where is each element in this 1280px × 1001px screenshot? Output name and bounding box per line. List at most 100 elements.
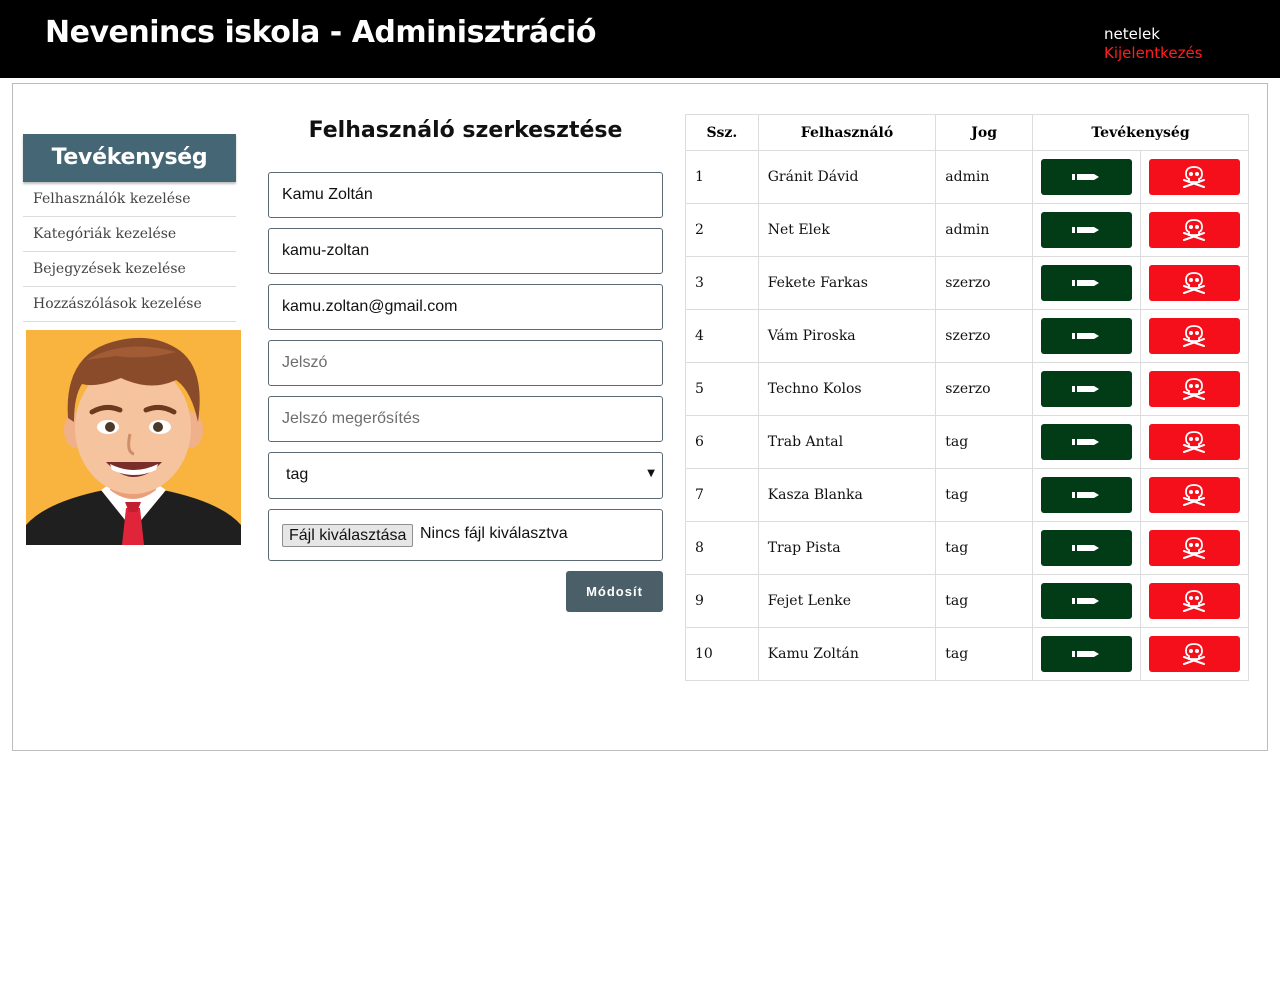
cell-user: Vám Piroska	[757, 309, 937, 363]
cell-delete	[1139, 468, 1250, 522]
delete-button[interactable]	[1148, 636, 1240, 672]
file-input: Fájl kiválasztása Nincs fájl kiválasztva	[268, 509, 663, 561]
cell-edit	[1031, 309, 1141, 363]
dropdown-arrow-icon: ▼	[647, 468, 655, 479]
edit-button[interactable]	[1040, 318, 1132, 354]
edit-button[interactable]	[1040, 159, 1132, 195]
cell-edit	[1031, 362, 1141, 416]
cell-delete	[1139, 627, 1250, 681]
sidebar: Tevékenység Felhasználók kezelése Kategó…	[23, 134, 236, 322]
cell-user: Gránit Dávid	[757, 150, 937, 204]
table-row: 8 Trap Pista tag	[685, 521, 1250, 575]
cell-role: tag	[935, 574, 1033, 628]
col-header-number: Ssz.	[685, 114, 759, 151]
choose-file-button[interactable]: Fájl kiválasztása	[282, 524, 414, 547]
cell-role: szerzo	[935, 309, 1033, 363]
table-header-row: Ssz. Felhasználó Jog Tevékenység	[685, 114, 1250, 151]
users-table: Ssz. Felhasználó Jog Tevékenység 1 Gránit…	[685, 114, 1250, 681]
delete-button[interactable]	[1148, 530, 1240, 566]
cell-edit	[1031, 256, 1141, 310]
role-select-value: tag	[286, 466, 309, 483]
sidebar-heading: Tevékenység	[23, 134, 236, 182]
edit-button[interactable]	[1040, 583, 1132, 619]
cell-number: 2	[685, 203, 759, 257]
col-header-user: Felhasználó	[757, 114, 937, 151]
site-title: Nevenincs iskola - Adminisztráció	[45, 15, 596, 50]
logout-link[interactable]: Kijelentkezés	[1104, 43, 1202, 63]
delete-button[interactable]	[1148, 265, 1240, 301]
delete-button[interactable]	[1148, 583, 1240, 619]
cell-edit	[1031, 468, 1141, 522]
sidebar-item-users[interactable]: Felhasználók kezelése	[23, 182, 236, 217]
edit-button[interactable]	[1040, 265, 1132, 301]
cell-number: 1	[685, 150, 759, 204]
avatar	[26, 330, 241, 545]
table-row: 4 Vám Piroska szerzo	[685, 309, 1250, 363]
table-row: 7 Kasza Blanka tag	[685, 468, 1250, 522]
delete-button[interactable]	[1148, 159, 1240, 195]
cell-user: Trab Antal	[757, 415, 937, 469]
top-bar: Nevenincs iskola - Adminisztráció netele…	[0, 0, 1280, 78]
cell-number: 5	[685, 362, 759, 416]
password-input[interactable]	[268, 340, 663, 386]
form-title: Felhasználó szerkesztése	[308, 118, 623, 143]
edit-button[interactable]	[1040, 371, 1132, 407]
cell-edit	[1031, 150, 1141, 204]
name-input[interactable]	[268, 172, 663, 218]
cell-number: 4	[685, 309, 759, 363]
delete-button[interactable]	[1148, 424, 1240, 460]
cell-user: Net Elek	[757, 203, 937, 257]
cell-role: admin	[935, 150, 1033, 204]
cell-number: 3	[685, 256, 759, 310]
cell-role: szerzo	[935, 256, 1033, 310]
delete-button[interactable]	[1148, 212, 1240, 248]
cell-number: 7	[685, 468, 759, 522]
edit-button[interactable]	[1040, 212, 1132, 248]
cell-edit	[1031, 627, 1141, 681]
cell-user: Fekete Farkas	[757, 256, 937, 310]
table-row: 1 Gránit Dávid admin	[685, 150, 1250, 204]
role-select[interactable]: tag ▼	[268, 452, 663, 499]
cell-edit	[1031, 574, 1141, 628]
cell-number: 10	[685, 627, 759, 681]
cell-delete	[1139, 203, 1250, 257]
cell-edit	[1031, 521, 1141, 575]
edit-button[interactable]	[1040, 530, 1132, 566]
sidebar-item-categories[interactable]: Kategóriák kezelése	[23, 217, 236, 252]
sidebar-item-comments[interactable]: Hozzászólások kezelése	[23, 287, 236, 322]
col-header-actions: Tevékenység	[1031, 114, 1250, 151]
table-row: 10 Kamu Zoltán tag	[685, 627, 1250, 681]
table-body: 1 Gránit Dávid admin 2 Net Elek admin 3 Fekete …	[685, 150, 1250, 681]
cell-user: Kamu Zoltán	[757, 627, 937, 681]
delete-button[interactable]	[1148, 371, 1240, 407]
edit-button[interactable]	[1040, 424, 1132, 460]
cell-role: admin	[935, 203, 1033, 257]
cell-role: tag	[935, 627, 1033, 681]
edit-button[interactable]	[1040, 636, 1132, 672]
edit-button[interactable]	[1040, 477, 1132, 513]
slug-input[interactable]	[268, 228, 663, 274]
email-input[interactable]	[268, 284, 663, 330]
cell-delete	[1139, 256, 1250, 310]
sidebar-item-posts[interactable]: Bejegyzések kezelése	[23, 252, 236, 287]
cell-user: Fejet Lenke	[757, 574, 937, 628]
username: netelek	[1104, 25, 1160, 43]
cell-delete	[1139, 415, 1250, 469]
delete-button[interactable]	[1148, 318, 1240, 354]
cell-role: tag	[935, 415, 1033, 469]
file-status: Nincs fájl kiválasztva	[420, 525, 568, 542]
cell-user: Kasza Blanka	[757, 468, 937, 522]
submit-button[interactable]: Módosít	[566, 571, 663, 612]
table-row: 2 Net Elek admin	[685, 203, 1250, 257]
cell-number: 8	[685, 521, 759, 575]
table-row: 5 Techno Kolos szerzo	[685, 362, 1250, 416]
cell-delete	[1139, 150, 1250, 204]
col-header-role: Jog	[935, 114, 1033, 151]
cell-edit	[1031, 415, 1141, 469]
cell-role: tag	[935, 521, 1033, 575]
password-confirm-input[interactable]	[268, 396, 663, 442]
cell-delete	[1139, 309, 1250, 363]
cell-role: szerzo	[935, 362, 1033, 416]
cell-delete	[1139, 362, 1250, 416]
delete-button[interactable]	[1148, 477, 1240, 513]
